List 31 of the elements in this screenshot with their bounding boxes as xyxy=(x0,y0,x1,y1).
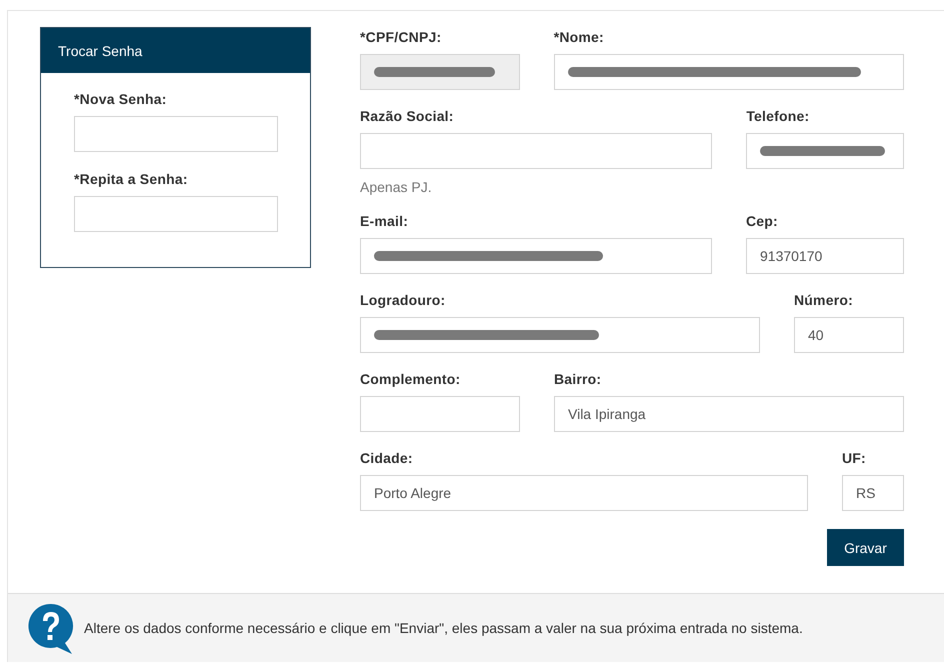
field-label: Razão Social: xyxy=(360,108,455,124)
field-hint: Apenas PJ. xyxy=(360,179,433,195)
input-field[interactable] xyxy=(360,396,520,432)
input-field[interactable] xyxy=(360,317,760,353)
input-field[interactable]: Vila Ipiranga xyxy=(554,396,904,432)
input-field[interactable]: RS xyxy=(842,475,904,511)
password-field[interactable] xyxy=(74,116,278,152)
field-label: Cidade: xyxy=(360,450,414,466)
input-field[interactable]: Porto Alegre xyxy=(360,475,808,511)
field-label: Telefone: xyxy=(746,108,810,124)
input-field[interactable] xyxy=(554,54,904,90)
field-label: Cep: xyxy=(746,213,779,229)
input-field[interactable]: 40 xyxy=(794,317,904,353)
field-label: Bairro: xyxy=(554,371,602,387)
save-button[interactable]: Gravar xyxy=(827,529,904,566)
password-field[interactable] xyxy=(74,196,278,232)
field-label: *Repita a Senha: xyxy=(74,171,189,187)
panel-title: Trocar Senha xyxy=(41,28,310,73)
input-field[interactable] xyxy=(746,133,904,169)
field-label: *Nova Senha: xyxy=(74,91,168,107)
field-label: E-mail: xyxy=(360,213,410,229)
help-text: Altere os dados conforme necessário e clique em "Enviar", eles passam a valer na sua próxima entrada no sistema. xyxy=(84,620,803,636)
field-label: *CPF/CNPJ: xyxy=(360,29,442,45)
field-label: UF: xyxy=(842,450,867,466)
field-label: *Nome: xyxy=(554,29,605,45)
input-field[interactable] xyxy=(360,133,712,169)
field-label: Logradouro: xyxy=(360,292,446,308)
input-field[interactable] xyxy=(360,238,712,274)
input-field[interactable]: 91370170 xyxy=(746,238,904,274)
field-label: Número: xyxy=(794,292,854,308)
field-label: Complemento: xyxy=(360,371,462,387)
